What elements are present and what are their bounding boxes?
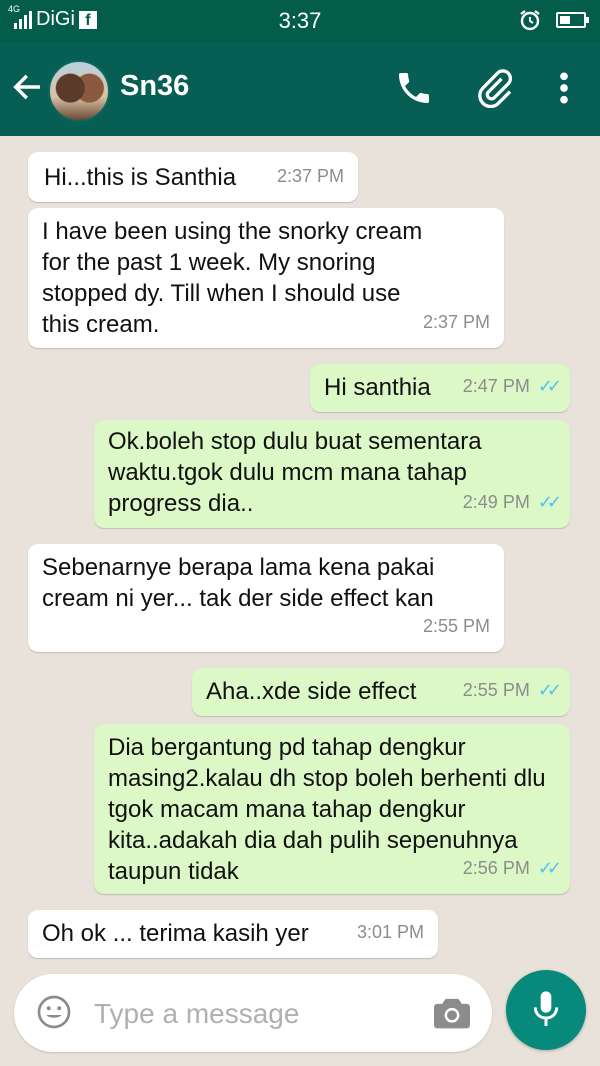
message-outgoing[interactable]: Dia bergantung pd tahap dengkur masing2.…	[94, 724, 570, 894]
message-incoming[interactable]: Oh ok ... terima kasih yer 3:01 PM	[28, 910, 438, 958]
message-outgoing[interactable]: Aha..xde side effect 2:55 PM ✓✓	[192, 668, 570, 716]
message-incoming[interactable]: Sebenarnye berapa lama kena pakai cream …	[28, 544, 504, 652]
message-time: 2:56 PM	[462, 858, 530, 878]
message-time: 2:55 PM	[422, 616, 490, 636]
message-outgoing[interactable]: Ok.boleh stop dulu buat sementara waktu.…	[94, 420, 570, 528]
message-placeholder: Type a message	[94, 998, 300, 1029]
mic-icon	[533, 991, 559, 1026]
message-outgoing[interactable]: Hi santhia 2:47 PM ✓✓	[310, 364, 570, 412]
message-time: 2:37 PM	[276, 166, 344, 186]
emoji-icon[interactable]	[36, 994, 72, 1030]
back-arrow-icon[interactable]	[10, 70, 44, 104]
camera-icon[interactable]	[432, 994, 472, 1030]
battery-icon	[556, 12, 589, 28]
read-receipt-icon: ✓✓	[537, 858, 562, 878]
message-time: 2:55 PM	[462, 680, 530, 700]
message-text: Hi santhia	[324, 374, 431, 401]
message-time: 2:37 PM	[422, 312, 490, 332]
message-time: 2:49 PM	[462, 492, 530, 512]
read-receipt-icon: ✓✓	[537, 492, 562, 512]
more-vertical-icon[interactable]	[544, 68, 584, 108]
alarm-icon	[520, 10, 540, 31]
message-incoming[interactable]: I have been using the snorky cream for t…	[28, 208, 504, 348]
message-text: I have been using the snorky cream for t…	[42, 218, 423, 338]
read-receipt-icon: ✓✓	[537, 376, 562, 396]
read-receipt-icon: ✓✓	[537, 680, 562, 700]
contact-name[interactable]: Sn36	[120, 70, 189, 103]
chat-header: Sn36	[0, 42, 600, 136]
message-text: Sebenarnye berapa lama kena pakai cream …	[42, 554, 435, 612]
message-time: 2:47 PM	[462, 376, 530, 396]
avatar[interactable]	[48, 60, 110, 122]
message-text: Ok.boleh stop dulu buat sementara waktu.…	[108, 428, 482, 517]
message-composer: Type a message	[0, 970, 600, 1066]
status-bar: 4G DiGi f 3:37	[0, 0, 600, 42]
message-text: Oh ok ... terima kasih yer	[42, 920, 309, 947]
message-input[interactable]: Type a message	[14, 974, 492, 1052]
chat-area[interactable]: Hi...this is Santhia 2:37 PM I have been…	[0, 136, 600, 970]
message-text: Aha..xde side effect	[206, 678, 417, 705]
paperclip-icon[interactable]	[474, 68, 514, 108]
message-text: Hi...this is Santhia	[44, 164, 237, 191]
mic-button[interactable]	[506, 970, 586, 1050]
message-time: 3:01 PM	[356, 922, 424, 942]
message-incoming[interactable]: Hi...this is Santhia 2:37 PM	[28, 152, 358, 202]
clock: 3:37	[278, 8, 322, 33]
phone-icon[interactable]	[394, 68, 434, 108]
